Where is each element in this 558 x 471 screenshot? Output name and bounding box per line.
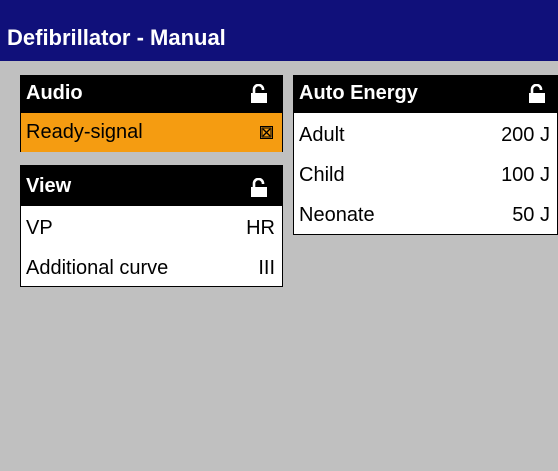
defibrillator-screen: Defibrillator - Manual Audio Ready-signa… (0, 0, 558, 471)
view-panel-title: View (26, 175, 72, 197)
additional-curve-label: Additional curve (26, 257, 169, 279)
neonate-energy-value: 50 J (512, 204, 550, 226)
vp-value: HR (246, 217, 275, 239)
adult-energy-row[interactable]: Adult 200 J (294, 113, 557, 153)
audio-panel-header[interactable]: Audio (21, 76, 282, 113)
adult-label: Adult (299, 124, 345, 146)
audio-panel: Audio Ready-signal (20, 75, 283, 152)
checkbox-checked-icon[interactable] (260, 126, 273, 139)
child-energy-value: 100 J (501, 164, 550, 186)
additional-curve-row[interactable]: Additional curve III (21, 246, 282, 286)
vp-label: VP (26, 217, 53, 239)
ready-signal-row[interactable]: Ready-signal (21, 113, 282, 152)
child-label: Child (299, 164, 345, 186)
title-bar: Defibrillator - Manual (0, 0, 558, 61)
window-title: Defibrillator - Manual (7, 25, 226, 50)
audio-panel-title: Audio (26, 82, 83, 104)
unlocked-padlock-icon (529, 84, 545, 103)
unlocked-padlock-icon (251, 178, 267, 197)
auto-energy-panel-header[interactable]: Auto Energy (294, 76, 557, 113)
ready-signal-label: Ready-signal (26, 121, 143, 143)
neonate-energy-row[interactable]: Neonate 50 J (294, 193, 557, 233)
view-panel: View VP HR Additional curve III (20, 165, 283, 287)
neonate-label: Neonate (299, 204, 375, 226)
additional-curve-value: III (258, 257, 275, 279)
adult-energy-value: 200 J (501, 124, 550, 146)
auto-energy-panel: Auto Energy Adult 200 J Child 100 J Neon… (293, 75, 558, 235)
auto-energy-panel-title: Auto Energy (299, 82, 418, 104)
unlocked-padlock-icon (251, 84, 267, 103)
view-panel-header[interactable]: View (21, 166, 282, 206)
vp-row[interactable]: VP HR (21, 206, 282, 246)
child-energy-row[interactable]: Child 100 J (294, 153, 557, 193)
